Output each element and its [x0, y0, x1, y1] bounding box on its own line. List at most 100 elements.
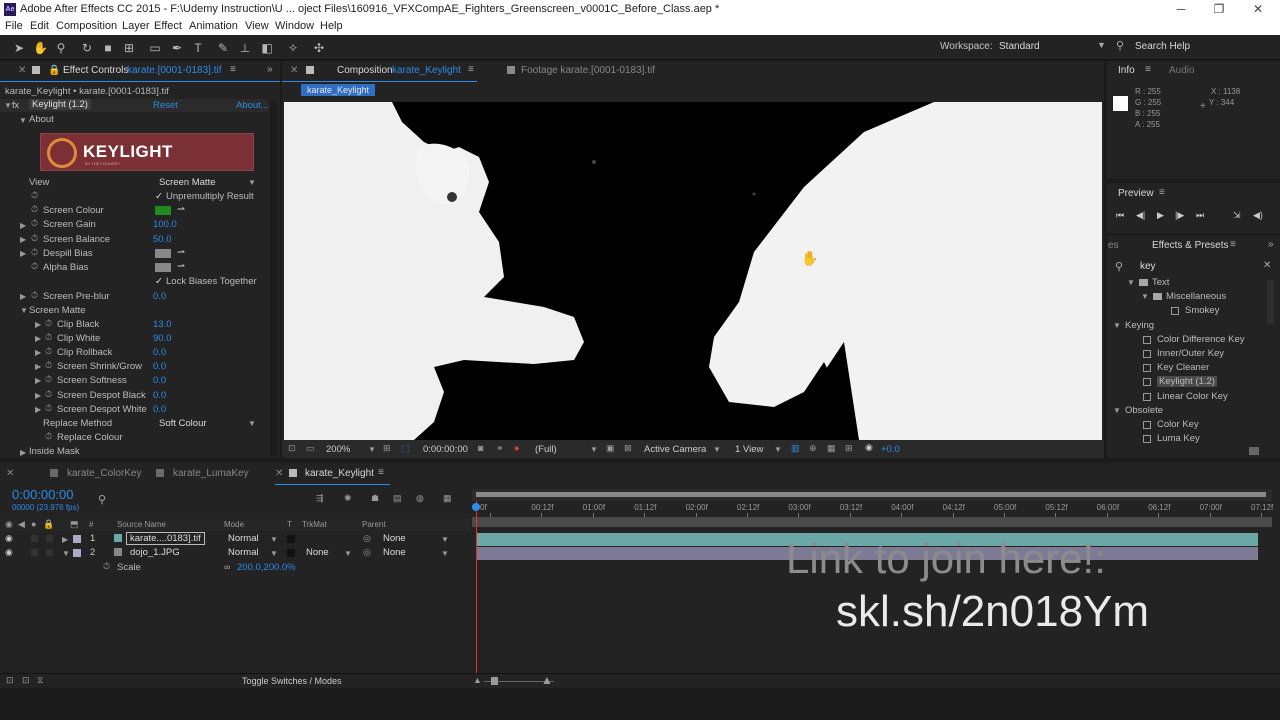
tab-info[interactable]: Info: [1118, 65, 1135, 76]
type-tool-icon[interactable]: T: [191, 41, 205, 55]
stopwatch-icon[interactable]: ⏱: [45, 403, 52, 414]
channels-icon[interactable]: ●: [514, 443, 519, 453]
lock-icon[interactable]: [46, 549, 53, 556]
new-bin-icon[interactable]: [1249, 447, 1259, 455]
hand-tool-icon[interactable]: ✋: [33, 41, 48, 55]
layer-name[interactable]: dojo_1.JPG: [130, 547, 180, 558]
expand-arrow-icon[interactable]: ▶: [35, 405, 41, 414]
clear-search-icon[interactable]: ✕: [1263, 260, 1271, 271]
shrink-grow-value[interactable]: 0.0: [153, 361, 166, 372]
expand-arrow-icon[interactable]: ▼: [20, 306, 28, 315]
menu-window[interactable]: Window: [275, 20, 314, 32]
zoom-in-icon[interactable]: ▲: [541, 673, 553, 687]
rectangle-tool-icon[interactable]: ▭: [148, 41, 162, 55]
preserve-transparency-checkbox[interactable]: [287, 535, 295, 543]
effects-tree-item[interactable]: ▼ Miscellaneous: [1107, 290, 1265, 304]
effects-tree-item[interactable]: Linear Color Key: [1107, 390, 1265, 404]
eyedropper-icon[interactable]: ⇀: [177, 204, 185, 215]
alpha-bias-swatch[interactable]: [155, 263, 171, 272]
effects-tree-item[interactable]: Smokey: [1107, 304, 1265, 318]
eye-icon[interactable]: ◉: [5, 547, 13, 558]
roto-brush-tool-icon[interactable]: ✧: [286, 41, 300, 55]
unpremultiply-checkbox[interactable]: ✓: [155, 191, 163, 202]
close-tab-icon[interactable]: ✕: [290, 65, 298, 76]
screen-balance-value[interactable]: 50.0: [153, 234, 172, 245]
layer-row[interactable]: ◉ ▼ 2 dojo_1.JPG Normal ▼ None ▼ ◎ None …: [0, 546, 470, 560]
fx-icon[interactable]: fx: [12, 100, 19, 110]
despill-bias-swatch[interactable]: [155, 249, 171, 258]
eyedropper-icon[interactable]: ⇀: [177, 261, 185, 272]
playhead[interactable]: [476, 501, 477, 673]
expand-arrow-icon[interactable]: ▼: [62, 549, 70, 558]
stopwatch-icon[interactable]: ⏱: [31, 233, 38, 244]
comp-mini-flowchart-icon[interactable]: ⇶: [316, 493, 324, 504]
effects-tree-item[interactable]: Inner/Outer Key: [1107, 347, 1265, 361]
chevron-down-icon[interactable]: ▼: [368, 445, 376, 454]
pen-tool-icon[interactable]: ✒: [170, 41, 184, 55]
expand-arrow-icon[interactable]: ▼: [1127, 278, 1135, 287]
expand-arrow-icon[interactable]: ▶: [35, 362, 41, 371]
pan-behind-tool-icon[interactable]: ⊞: [122, 41, 136, 55]
clone-stamp-tool-icon[interactable]: ⊥: [238, 41, 252, 55]
playhead-handle[interactable]: [472, 503, 480, 511]
snapshot-icon[interactable]: ◙: [478, 443, 483, 453]
expand-icon[interactable]: »: [1268, 239, 1274, 250]
expand-arrow-icon[interactable]: ▶: [20, 221, 26, 230]
stopwatch-icon[interactable]: ⏱: [31, 261, 38, 272]
panel-menu-icon[interactable]: ≡: [1230, 239, 1236, 250]
composition-viewer[interactable]: ✋: [284, 102, 1102, 440]
clip-white-value[interactable]: 90.0: [153, 333, 172, 344]
shy-icon[interactable]: ☗: [371, 493, 379, 504]
mask-visibility-icon[interactable]: ⬚: [401, 443, 410, 454]
expand-arrow-icon[interactable]: ▶: [62, 535, 68, 544]
eye-icon[interactable]: ◉: [5, 519, 13, 530]
pickwhip-icon[interactable]: ◎: [363, 533, 371, 544]
stopwatch-icon[interactable]: ⏱: [45, 374, 52, 385]
workspace-select[interactable]: Standard: [999, 41, 1040, 52]
expand-arrow-icon[interactable]: ▼: [4, 101, 12, 110]
layer-name[interactable]: karate....0183].tif: [126, 532, 205, 545]
effects-tree-item[interactable]: Color Difference Key: [1107, 333, 1265, 347]
panel-menu-icon[interactable]: ≡: [378, 467, 384, 478]
stopwatch-icon[interactable]: ⏱: [45, 389, 52, 400]
search-icon[interactable]: ⚲: [98, 493, 106, 506]
toggle-switches-button[interactable]: Toggle Switches / Modes: [242, 676, 342, 686]
monitor-icon[interactable]: ▭: [306, 443, 315, 454]
lock-icon[interactable]: [46, 535, 53, 542]
expand-arrow-icon[interactable]: ▼: [19, 116, 27, 125]
tab-file[interactable]: karate.[0001-0183].tif: [127, 65, 222, 76]
menu-layer[interactable]: Layer: [122, 20, 150, 32]
menu-file[interactable]: File: [5, 20, 23, 32]
chevron-down-icon[interactable]: ▼: [441, 535, 449, 544]
previous-frame-icon[interactable]: ◀|: [1136, 210, 1145, 221]
layer-switches-icon[interactable]: ⊡: [6, 675, 14, 686]
frame-blending-icon[interactable]: ▤: [393, 493, 402, 504]
audio-icon[interactable]: ◀: [18, 519, 25, 530]
flowchart-icon[interactable]: ⊞: [845, 443, 853, 454]
exposure-icon[interactable]: ◉: [865, 442, 873, 453]
chevron-down-icon[interactable]: ▼: [1097, 40, 1106, 50]
menu-animation[interactable]: Animation: [189, 20, 238, 32]
effects-search-input[interactable]: key: [1140, 261, 1156, 272]
zoom-tool-icon[interactable]: ⚲: [54, 41, 68, 55]
play-icon[interactable]: ▶: [1157, 210, 1164, 221]
expand-arrow-icon[interactable]: ▶: [35, 320, 41, 329]
softness-value[interactable]: 0.0: [153, 375, 166, 386]
resolution-select[interactable]: (Full): [535, 444, 557, 455]
timeline-icon[interactable]: ▦: [827, 443, 836, 454]
label-color-swatch[interactable]: [73, 549, 81, 557]
chevron-down-icon[interactable]: ▼: [344, 549, 352, 558]
tab-effects-presets[interactable]: Effects & Presets: [1152, 240, 1229, 251]
close-tab-icon[interactable]: ✕: [6, 468, 14, 479]
expand-arrow-icon[interactable]: ▶: [20, 292, 26, 301]
expand-arrow-icon[interactable]: ▶: [20, 448, 26, 457]
expand-arrow-icon[interactable]: ▼: [1141, 292, 1149, 301]
scale-value[interactable]: 200.0,200.0%: [237, 562, 296, 573]
screen-gain-value[interactable]: 100.0: [153, 219, 177, 230]
layer-parent[interactable]: None: [383, 533, 406, 544]
chevron-down-icon[interactable]: ▼: [441, 549, 449, 558]
loop-icon[interactable]: ⇲: [1233, 210, 1241, 221]
menu-help[interactable]: Help: [320, 20, 343, 32]
about-link[interactable]: About...: [236, 100, 269, 111]
expand-arrow-icon[interactable]: ▶: [35, 391, 41, 400]
